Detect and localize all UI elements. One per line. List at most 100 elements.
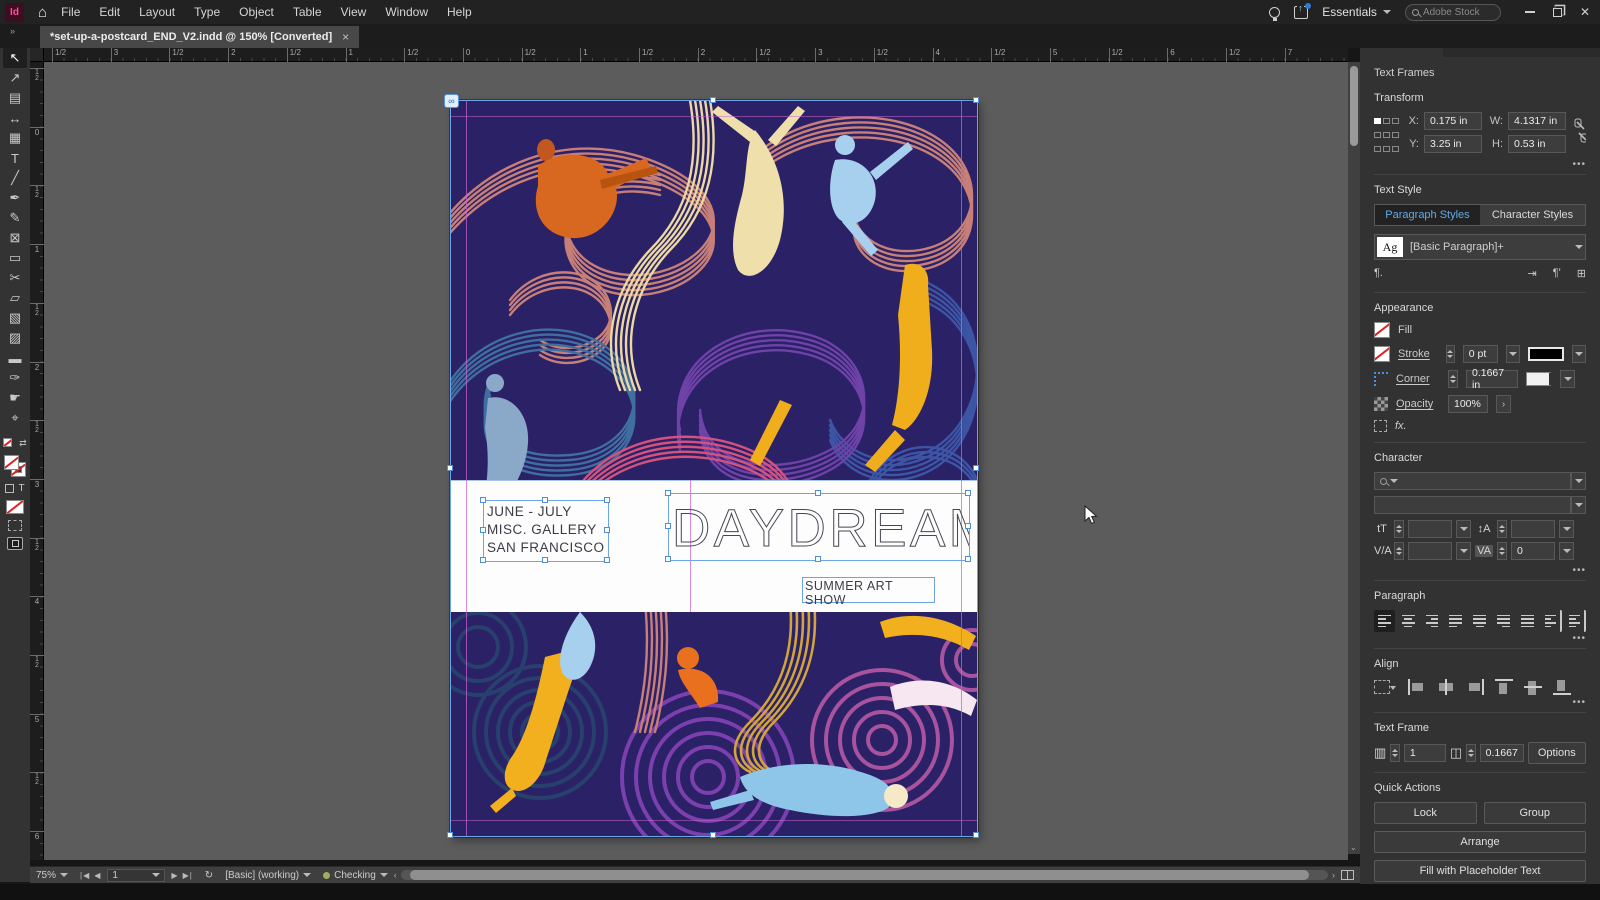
preflight-status-control[interactable]: Checking	[317, 870, 394, 881]
tracking-stepper[interactable]	[1497, 542, 1507, 560]
font-size-stepper[interactable]	[1394, 520, 1404, 538]
paragraph-mark-icon[interactable]: ¶.	[1374, 267, 1383, 280]
scissors-tool[interactable]: ✂	[3, 268, 27, 288]
horizontal-ruler[interactable]: 1/2 3 1/2 2 1/2 1 1/2 0 1/2 1 1/2 2 1/2 3 1/2 4 1/2 5 1/2 6…	[30, 48, 1348, 62]
text-frame-options-button[interactable]: Options	[1527, 742, 1587, 764]
opacity-field[interactable]: 100%	[1448, 395, 1488, 413]
menu-table[interactable]: Table	[293, 5, 322, 19]
gap-tool[interactable]: ↔	[3, 108, 27, 128]
leading-stepper[interactable]	[1497, 520, 1507, 538]
menu-edit[interactable]: Edit	[99, 5, 120, 19]
paragraph-more-icon[interactable]: •••	[1572, 633, 1586, 644]
align-center-button[interactable]	[1398, 610, 1419, 632]
normal-view-icon[interactable]	[8, 520, 22, 531]
align-more-icon[interactable]: •••	[1572, 697, 1586, 708]
postcard-page[interactable]: ∞ JUNE - JULY MISC. GALLERY SAN FRANCISC…	[444, 94, 993, 838]
formatting-affects-container-icon[interactable]	[5, 484, 15, 493]
align-top-button[interactable]	[1494, 678, 1514, 696]
rectangle-tool[interactable]: ▭	[3, 248, 27, 268]
corner-style-dropdown[interactable]	[1560, 370, 1575, 388]
selection-handle[interactable]	[665, 523, 671, 529]
fill-swatch-none[interactable]	[1374, 322, 1390, 338]
postcard-bottom-artwork[interactable]	[450, 612, 978, 837]
stroke-weight-stepper[interactable]	[1445, 345, 1455, 363]
columns-field[interactable]: 1	[1403, 744, 1446, 762]
font-family-expand[interactable]	[1571, 472, 1586, 490]
font-style-dropdown[interactable]	[1374, 496, 1571, 514]
selection-tool[interactable]: ↖	[3, 48, 27, 68]
document-canvas[interactable]: ∞ JUNE - JULY MISC. GALLERY SAN FRANCISC…	[44, 62, 1348, 860]
opacity-label[interactable]: Opacity	[1396, 398, 1440, 410]
lock-button[interactable]: Lock	[1374, 802, 1477, 824]
font-size-dropdown[interactable]	[1456, 520, 1471, 538]
kerning-field[interactable]	[1408, 542, 1452, 560]
fill-proxy-none[interactable]	[4, 455, 19, 470]
stock-search-input[interactable]: Adobe Stock	[1404, 3, 1501, 21]
scroll-left-icon[interactable]: ‹	[394, 870, 397, 880]
transform-more-icon[interactable]: •••	[1572, 159, 1586, 170]
menu-view[interactable]: View	[341, 5, 367, 19]
corner-radius-field[interactable]: 0.1667 in	[1466, 367, 1518, 391]
font-family-dropdown[interactable]	[1374, 472, 1571, 490]
redefine-style-icon[interactable]: ⇥	[1528, 267, 1537, 280]
preflight-icon[interactable]: ↻	[199, 870, 219, 881]
pencil-tool[interactable]: ✎	[3, 208, 27, 228]
preflight-preset-control[interactable]: [Basic] (working)	[219, 870, 317, 881]
align-v-center-button[interactable]	[1523, 678, 1543, 696]
gradient-tool[interactable]: ▧	[3, 308, 27, 328]
align-h-center-button[interactable]	[1436, 678, 1456, 696]
effects-icon[interactable]	[1374, 420, 1387, 432]
align-left-button[interactable]	[1374, 610, 1395, 632]
restore-button[interactable]	[1552, 7, 1562, 17]
align-left-button[interactable]	[1407, 678, 1427, 696]
fill-placeholder-button[interactable]: Fill with Placeholder Text	[1374, 860, 1586, 882]
next-page-button[interactable]: ▶	[171, 871, 178, 880]
justify-right-button[interactable]	[1493, 610, 1514, 632]
direct-selection-tool[interactable]: ↗	[3, 68, 27, 88]
frame-tool[interactable]: ⊠	[3, 228, 27, 248]
first-page-button[interactable]: |◀	[80, 871, 90, 880]
ruler-origin-corner[interactable]	[30, 48, 44, 62]
zoom-tool[interactable]: ⌖	[3, 408, 27, 428]
line-tool[interactable]: ╱	[3, 168, 27, 188]
character-styles-tab[interactable]: Character Styles	[1480, 205, 1585, 225]
corner-radius-stepper[interactable]	[1448, 370, 1458, 388]
paragraph-style-dropdown[interactable]: Ag [Basic Paragraph]+	[1374, 234, 1586, 260]
style-override-icon[interactable]: ¶'	[1553, 267, 1561, 280]
selection-handle[interactable]	[480, 527, 486, 533]
width-field[interactable]: 4.1317 in	[1508, 112, 1566, 130]
pen-tool[interactable]: ✒	[3, 188, 27, 208]
corner-label[interactable]: Corner	[1396, 373, 1440, 385]
fill-stroke-control[interactable]	[4, 455, 26, 477]
leading-dropdown[interactable]	[1559, 520, 1574, 538]
menu-help[interactable]: Help	[447, 5, 472, 19]
align-bottom-button[interactable]	[1552, 678, 1572, 696]
menu-file[interactable]: File	[61, 5, 80, 19]
selection-handle[interactable]	[815, 490, 821, 496]
selection-handle[interactable]	[604, 527, 610, 533]
type-tool[interactable]: T	[3, 148, 27, 168]
tracking-dropdown[interactable]	[1559, 542, 1574, 560]
text-frame-venue[interactable]: JUNE - JULY MISC. GALLERY SAN FRANCISCO	[480, 497, 610, 563]
selection-handle[interactable]	[665, 556, 671, 562]
text-frame-title[interactable]: DAYDREAM	[665, 490, 993, 562]
share-icon[interactable]	[1294, 2, 1312, 19]
new-style-icon[interactable]: ⊞	[1577, 267, 1586, 280]
justify-left-button[interactable]	[1445, 610, 1466, 632]
font-size-field[interactable]	[1408, 520, 1452, 538]
kerning-dropdown[interactable]	[1456, 542, 1471, 560]
scroll-down-icon[interactable]: ⌄	[1350, 843, 1357, 852]
hand-tool[interactable]: ☛	[3, 388, 27, 408]
document-tab[interactable]: *set-up-a-postcard_END_V2.indd @ 150% [C…	[40, 26, 360, 48]
vertical-ruler[interactable]: 12 0 12 1 12 2 12 3 12 4 12 5 12 6	[30, 62, 44, 860]
default-swatches-icon[interactable]	[3, 438, 13, 447]
opacity-expand-arrow[interactable]: ›	[1496, 395, 1511, 413]
text-frame-subtitle[interactable]: SUMMER ART SHOW	[802, 577, 935, 607]
prev-page-button[interactable]: ◀	[94, 871, 101, 880]
stroke-weight-field[interactable]: 0 pt	[1462, 345, 1499, 363]
postcard-top-artwork[interactable]	[450, 100, 978, 480]
tracking-field[interactable]: 0	[1511, 542, 1555, 560]
eyedropper-tool[interactable]: ✑	[3, 368, 27, 388]
y-position-field[interactable]: 3.25 in	[1424, 135, 1482, 153]
selection-handle[interactable]	[542, 497, 548, 503]
